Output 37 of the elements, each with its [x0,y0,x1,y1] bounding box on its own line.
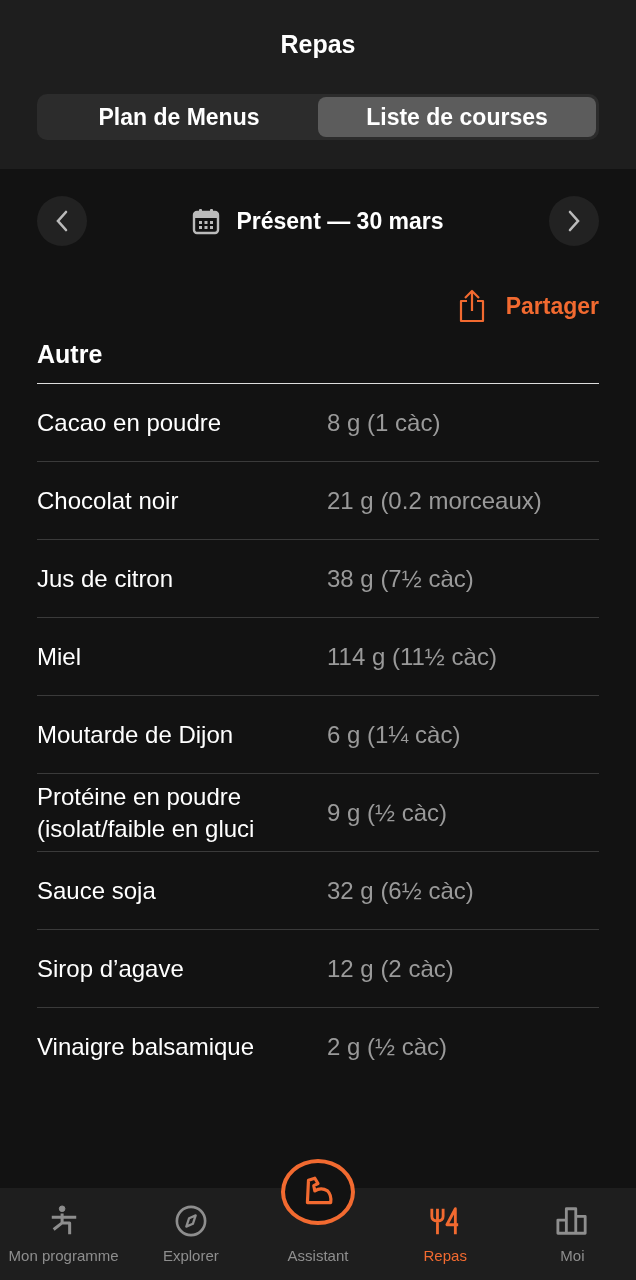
item-name: Protéine en poudre (isolat/faible en gluci [37,782,256,844]
item-amount: 12 g (2 càc) [327,953,454,984]
item-name: Sauce soja [37,875,157,906]
item-name: Cacao en poudre [37,407,223,438]
nav-tab[interactable]: Repas [381,1188,509,1280]
item-amount: 9 g (½ càc) [327,797,448,828]
item-amount: 114 g (11½ càc) [327,641,497,672]
previous-button[interactable] [37,196,87,246]
item-name: Moutarde de Dijon [37,719,235,750]
item-amount: 21 g (0.2 morceaux) [327,485,542,516]
chevron-right-icon [567,210,581,232]
bar-chart-icon [556,1205,589,1237]
item-name: Miel [37,641,82,672]
item-name: Jus de citron [37,563,175,594]
nav-tab[interactable]: Moi [508,1188,636,1280]
share-button[interactable]: Partager [457,286,599,326]
item-name: Chocolat noir [37,485,180,516]
nav-tab[interactable]: Mon programme [0,1188,128,1280]
share-icon [457,289,486,323]
chevron-left-icon [55,210,69,232]
next-button[interactable] [549,196,599,246]
item-name: Sirop d’agave [37,953,185,984]
nav-tab[interactable]: Explorer [127,1188,255,1280]
section-heading: Autre [37,340,599,384]
item-amount: 8 g (1 càc) [327,407,441,438]
nav-tab[interactable]: Assistant [254,1159,382,1280]
tab[interactable]: Plan de Menus [40,97,318,137]
item-name: Vinaigre balsamique [37,1031,256,1062]
item-amount: 38 g (7½ càc) [327,563,474,594]
item-amount: 2 g (½ càc) [327,1031,448,1062]
tab[interactable]: Liste de courses [318,97,596,137]
compass-icon [174,1205,207,1237]
date-range: Présent — 30 mars [236,207,444,235]
item-amount: 6 g (1¼ càc) [327,719,461,750]
screen-title: Repas [279,30,357,60]
item-amount: 32 g (6½ càc) [327,875,474,906]
calendar-icon [192,207,221,235]
